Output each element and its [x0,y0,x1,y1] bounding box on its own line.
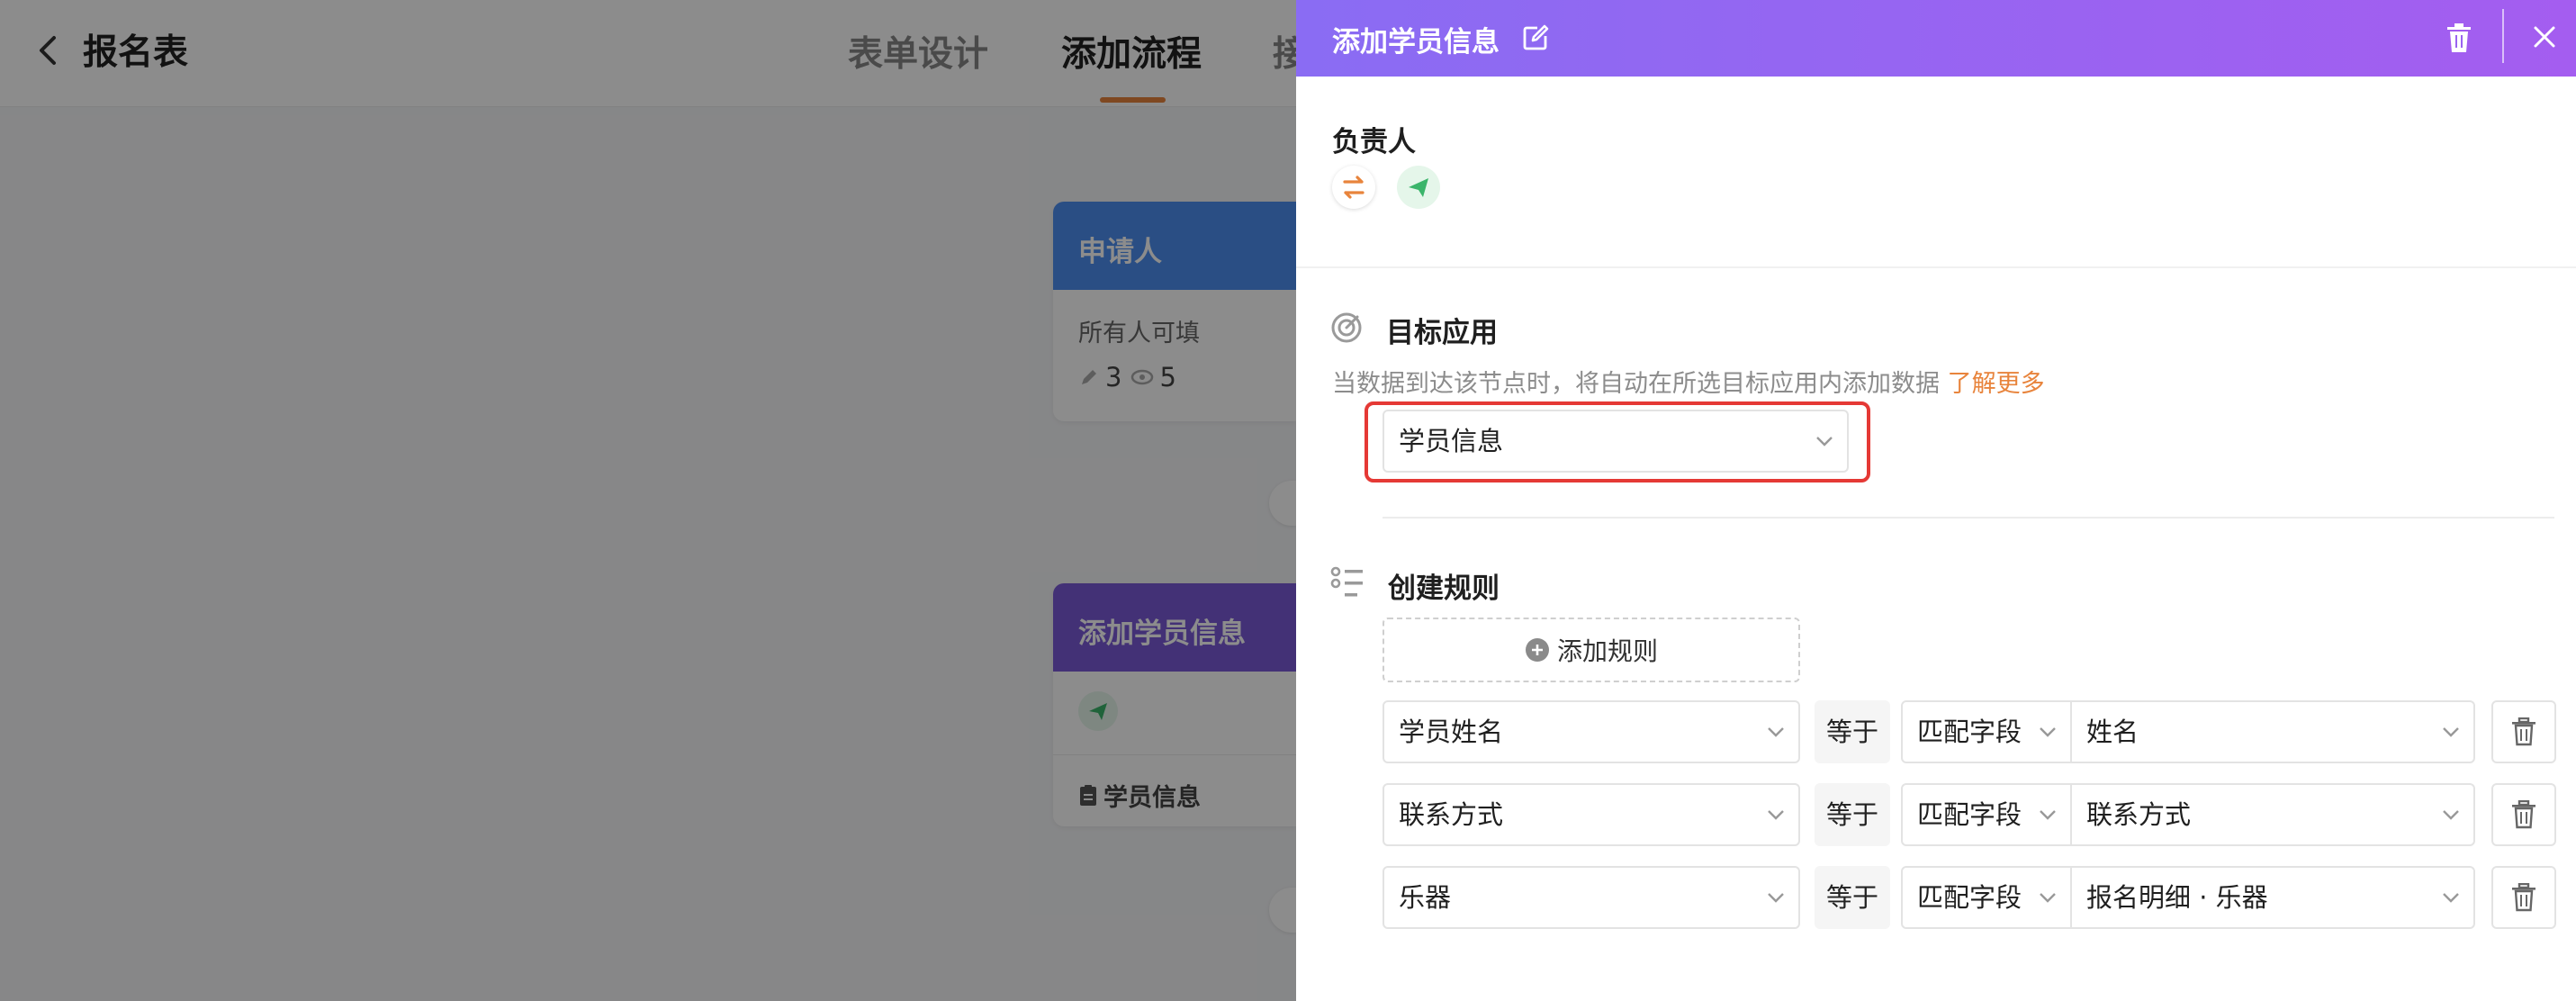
create-rules-label: 创建规则 [1388,573,1500,605]
rule-operator: 等于 [1815,866,1890,929]
send-icon [1409,178,1428,197]
rule-value: 姓名 [2086,717,2139,747]
target-app-description: 当数据到达该节点时，将自动在所选目标应用内添加数据 了解更多 [1332,364,2045,399]
delete-rule-button[interactable] [2491,700,2556,763]
rule-field-select[interactable]: 乐器 [1383,866,1800,929]
highlight-box [1365,401,1870,482]
target-app-label: 目标应用 [1386,317,1498,349]
rule-value-select[interactable]: 姓名 [2070,700,2475,763]
plus-circle-icon [1525,638,1549,662]
rule-row: 学员姓名 等于 匹配字段 姓名 [1296,700,2576,765]
chevron-down-icon [2040,727,2056,737]
node-settings-drawer: 添加学员信息 负责人 目标应用 当数据到达该节点时，将自动在所选目标应用内添加数… [1296,0,2576,1001]
chevron-down-icon [1768,727,1784,737]
rule-value: 报名明细 · 乐器 [2086,882,2268,913]
modal-overlay[interactable] [0,0,1296,1001]
edit-icon[interactable] [1521,23,1550,52]
add-rule-button[interactable]: 添加规则 [1383,618,1800,682]
chevron-down-icon [2443,810,2459,820]
section-divider-2 [1383,517,2554,519]
rule-field-value: 联系方式 [1399,799,1504,830]
section-divider [1296,266,2576,268]
rule-field-select[interactable]: 学员姓名 [1383,700,1800,763]
rule-match-type-value: 匹配字段 [1917,799,2022,830]
delete-rule-button[interactable] [2491,783,2556,846]
rule-field-select[interactable]: 联系方式 [1383,783,1800,846]
header-divider [2502,9,2504,63]
swap-icon [1343,176,1365,199]
rule-field-value: 乐器 [1399,882,1452,913]
rule-match-type-select[interactable]: 匹配字段 [1901,783,2072,846]
rule-match-type-value: 匹配字段 [1917,882,2022,913]
send-owner-button[interactable] [1397,166,1440,209]
rule-match-type-value: 匹配字段 [1917,717,2022,747]
chevron-down-icon [1768,810,1784,820]
add-rule-label: 添加规则 [1556,636,1658,666]
rule-row: 乐器 等于 匹配字段 报名明细 · 乐器 [1296,866,2576,931]
drawer-header: 添加学员信息 [1296,0,2576,77]
target-icon [1331,312,1362,343]
rule-operator: 等于 [1815,783,1890,846]
swap-owner-button[interactable] [1332,166,1375,209]
rule-value: 联系方式 [2086,799,2192,830]
rule-value-select[interactable]: 联系方式 [2070,783,2475,846]
rule-match-type-select[interactable]: 匹配字段 [1901,866,2072,929]
list-icon [1330,566,1363,597]
chevron-down-icon [2443,727,2459,737]
chevron-down-icon [2040,810,2056,820]
chevron-down-icon [2443,893,2459,903]
delete-rule-button[interactable] [2491,866,2556,929]
rule-row: 联系方式 等于 匹配字段 联系方式 [1296,783,2576,848]
trash-icon[interactable] [2445,22,2473,54]
trash-icon [2512,800,2535,829]
rule-match-type-select[interactable]: 匹配字段 [1901,700,2072,763]
target-app-description-text: 当数据到达该节点时，将自动在所选目标应用内添加数据 [1332,370,1940,398]
rule-value-select[interactable]: 报名明细 · 乐器 [2070,866,2475,929]
owner-label: 负责人 [1332,126,1416,158]
drawer-title: 添加学员信息 [1332,26,1500,59]
close-icon[interactable] [2529,22,2560,52]
learn-more-link[interactable]: 了解更多 [1948,370,2045,398]
trash-icon [2512,883,2535,912]
rule-field-value: 学员姓名 [1399,717,1504,747]
chevron-down-icon [1768,893,1784,903]
trash-icon [2512,717,2535,746]
rule-operator: 等于 [1815,700,1890,763]
chevron-down-icon [2040,893,2056,903]
